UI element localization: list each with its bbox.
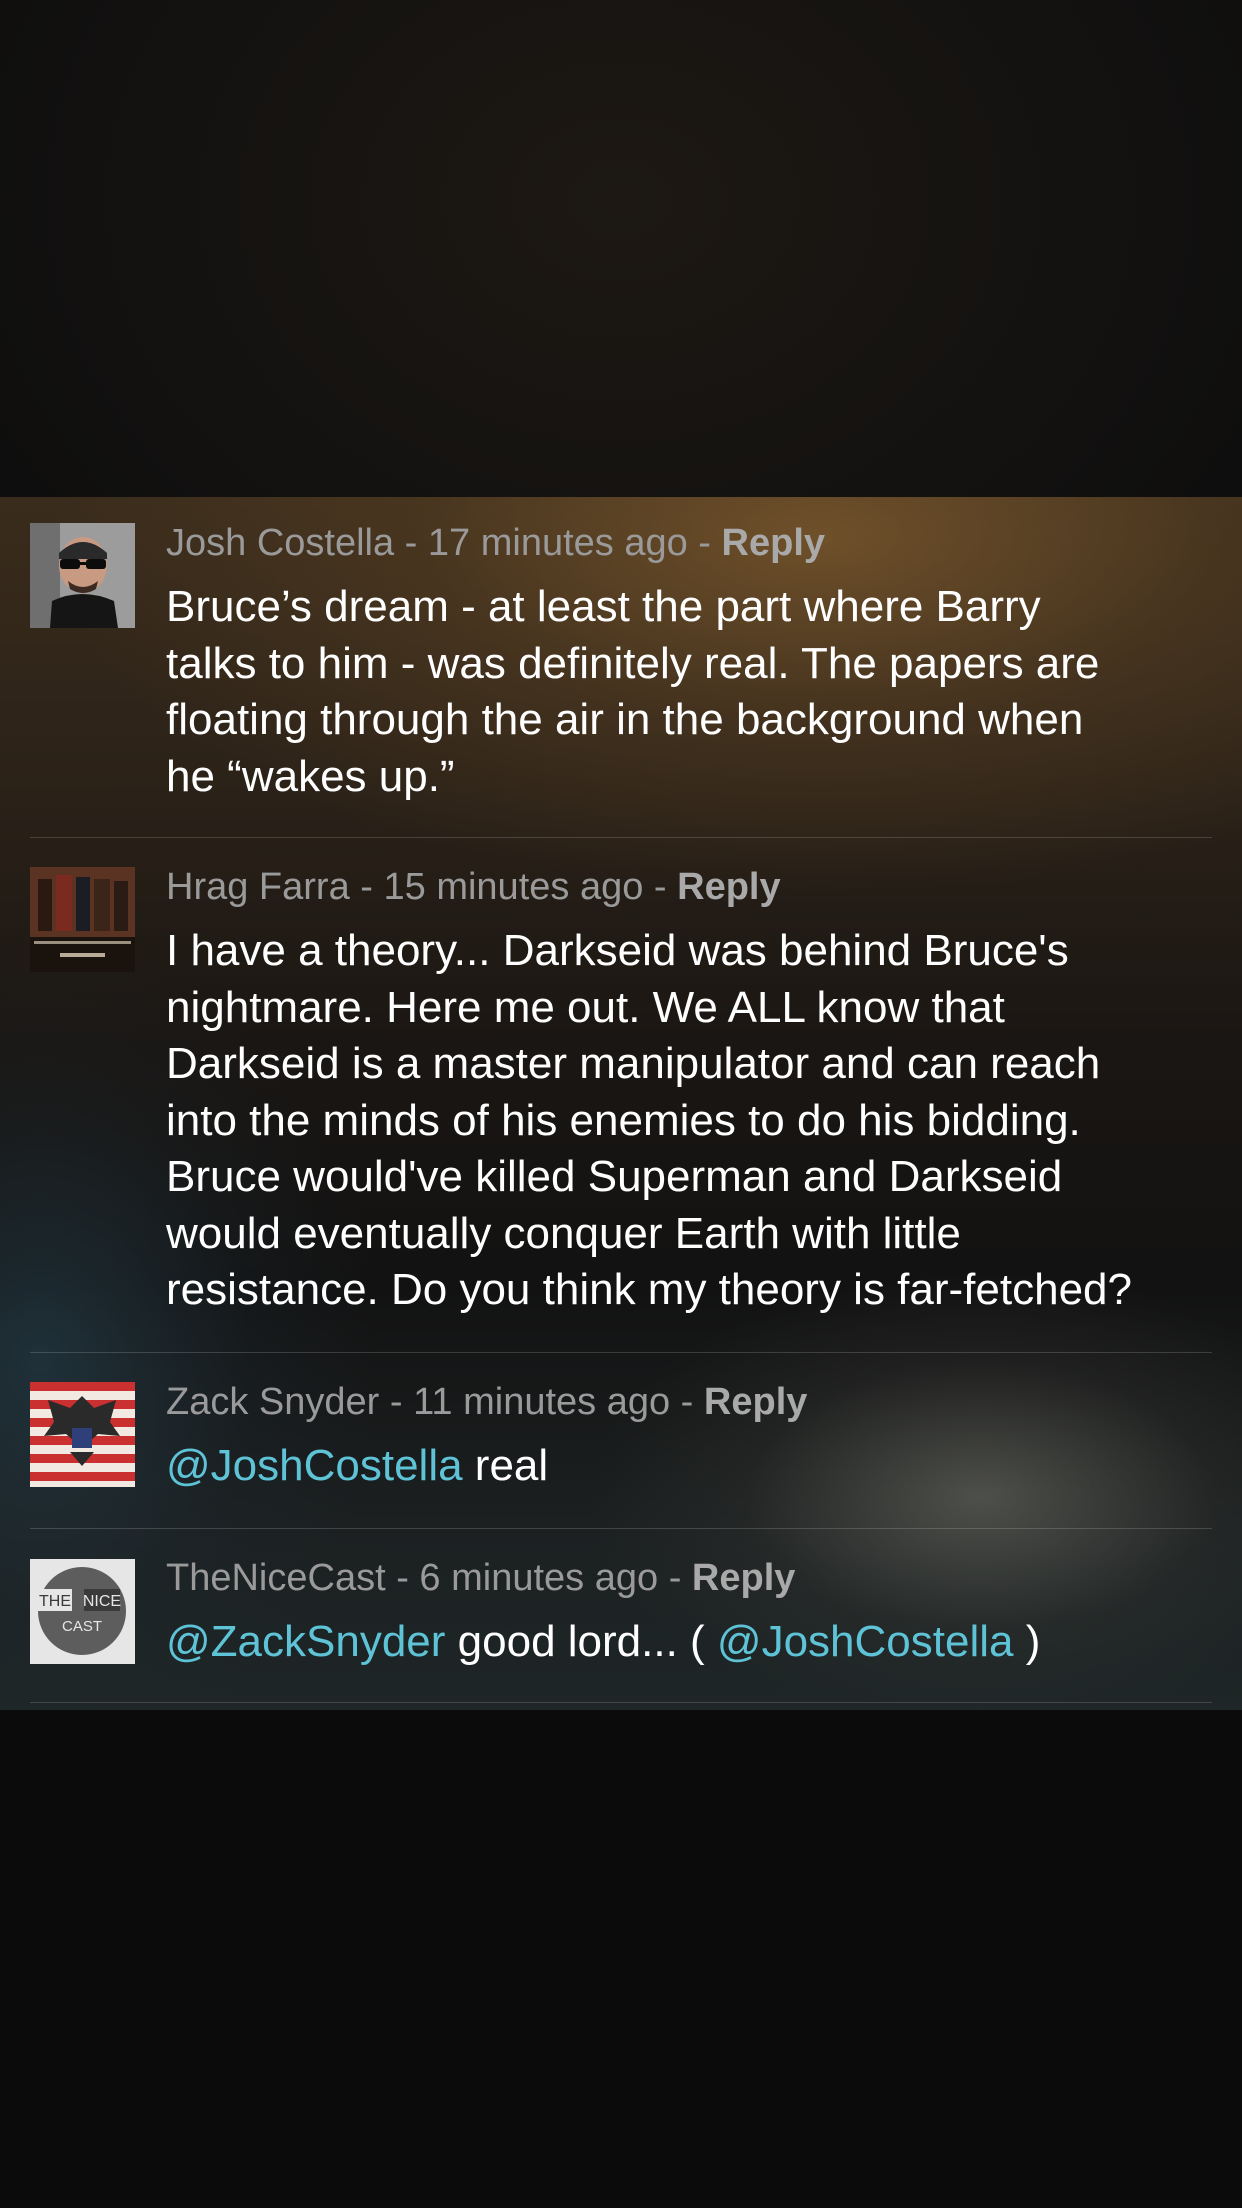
comment-hrag-farra: Hrag Farra - 15 minutes ago - Reply I ha… [30,837,1212,1353]
comment-line: Darkseid is a master manipulator and can… [166,1039,1101,1088]
comment-timestamp: 11 minutes ago [413,1381,671,1423]
comment-author[interactable]: Josh Costella [166,522,394,564]
comment-zack-snyder: Zack Snyder - 11 minutes ago - Reply @Jo… [30,1352,1212,1529]
comment-line: would eventually conquer Earth with litt… [166,1208,961,1258]
comment-timestamp: 17 minutes ago [427,522,688,564]
reply-button[interactable]: Reply [704,1381,807,1423]
comment-author[interactable]: Hrag Farra [166,866,350,908]
comment-line: talks to him - was definitely real. The … [166,638,1100,688]
meta-separator: - [394,522,428,564]
comment-body: Hrag Farra - 15 minutes ago - Reply I ha… [166,865,1212,1319]
comment-text: @ZackSnyder good lord... ( @JoshCostella… [166,1614,1212,1671]
logo-text-the: THE [39,1593,71,1610]
reply-button[interactable]: Reply [722,522,825,564]
meta-separator: - [379,1381,414,1423]
comment-text: I have a theory... Darkseid was behind B… [166,923,1212,1319]
reply-button[interactable]: Reply [692,1557,795,1599]
comments-panel: Josh Costella - 17 minutes ago - Reply B… [0,497,1242,1710]
comment-text-fragment: real [462,1441,549,1490]
avatar-zack-snyder[interactable] [30,1382,135,1487]
meta-separator: - [385,1557,420,1599]
meta-separator: - [349,866,384,908]
comment-timestamp: 6 minutes ago [419,1557,659,1599]
comment-line: floating through the air in the backgrou… [166,695,1084,744]
comment-line: resistance. Do you think my theory is fa… [166,1265,1132,1314]
mention-link[interactable]: @JoshCostella [166,1441,463,1490]
mention-link[interactable]: @ZackSnyder [166,1617,445,1666]
comment-body: Josh Costella - 17 minutes ago - Reply B… [166,521,1212,805]
comment-thenicecast: THE NICE CAST TheNiceCast - 6 minutes ag… [30,1528,1212,1703]
avatar-hrag-farra[interactable] [30,867,135,972]
comment-josh-costella: Josh Costella - 17 minutes ago - Reply B… [30,497,1212,838]
comment-line: into the minds of his enemies to do his … [166,1095,1081,1145]
mention-link[interactable]: @JoshCostella [717,1617,1014,1666]
logo-text-nice: NICE [83,1593,121,1610]
meta-separator: - [687,522,722,564]
screen: Josh Costella - 17 minutes ago - Reply B… [0,0,1242,2208]
reply-button[interactable]: Reply [677,866,780,908]
comment-line: Bruce’s dream - at least the part where … [166,582,1041,631]
comment-line: I have a theory... Darkseid was behind B… [166,926,1069,975]
logo-text-cast: CAST [62,1618,102,1635]
comment-body: Zack Snyder - 11 minutes ago - Reply @Jo… [166,1380,1212,1495]
comment-meta: TheNiceCast - 6 minutes ago - Reply [166,1556,1212,1600]
comment-text: @JoshCostella real [166,1438,1212,1495]
comment-line: nightmare. Here me out. We ALL know that [166,982,1005,1032]
comment-text-fragment: good lord... ( [445,1617,717,1666]
comment-line: Bruce would've killed Superman and Darks… [166,1152,1063,1201]
meta-separator: - [670,1381,704,1423]
comment-author[interactable]: Zack Snyder [166,1381,379,1423]
avatar-thenicecast[interactable]: THE NICE CAST [30,1559,135,1664]
comment-line: he “wakes up.” [166,751,455,801]
avatar-josh-costella[interactable] [30,523,135,628]
comment-text: Bruce’s dream - at least the part where … [166,579,1212,805]
comment-body: TheNiceCast - 6 minutes ago - Reply @Zac… [166,1556,1212,1671]
comment-meta: Josh Costella - 17 minutes ago - Reply [166,521,1212,565]
meta-separator: - [658,1557,692,1599]
comment-timestamp: 15 minutes ago [383,866,644,908]
comment-meta: Zack Snyder - 11 minutes ago - Reply [166,1380,1212,1424]
comment-author[interactable]: TheNiceCast [166,1557,386,1599]
meta-separator: - [643,866,678,908]
comment-meta: Hrag Farra - 15 minutes ago - Reply [166,865,1212,909]
comment-text-fragment: ) [1013,1617,1041,1666]
